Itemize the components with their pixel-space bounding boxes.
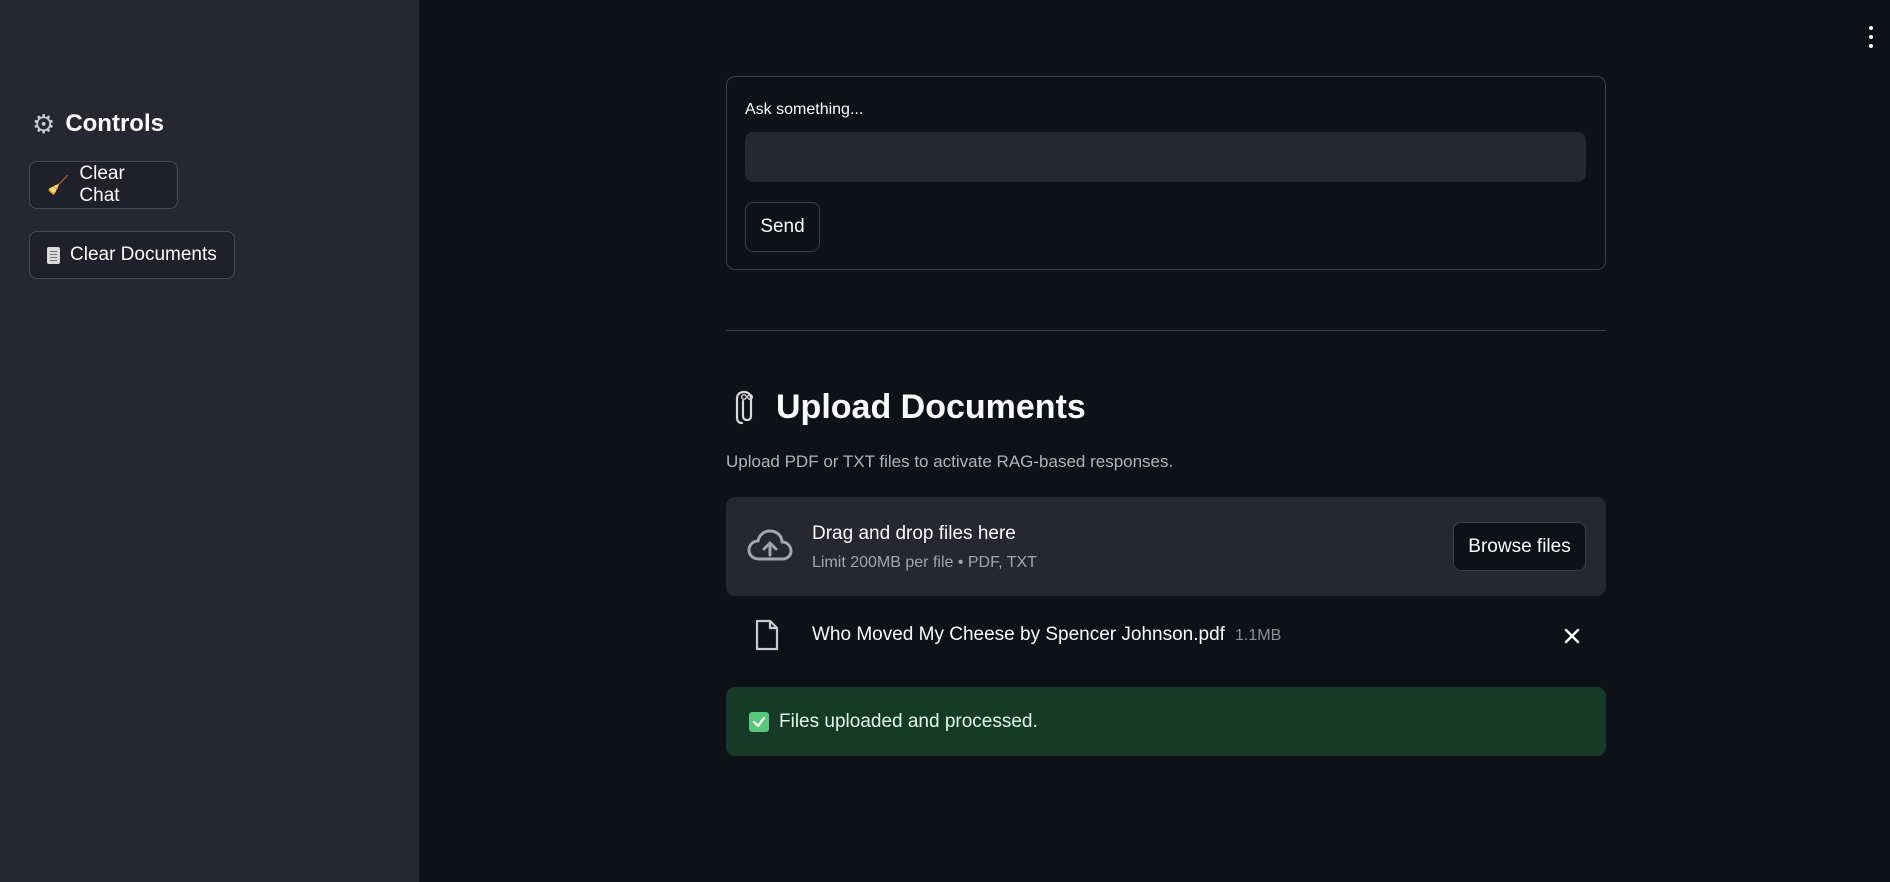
close-icon[interactable]: [1558, 622, 1586, 650]
success-alert: Files uploaded and processed.: [726, 687, 1606, 756]
sidebar-heading-label: Controls: [65, 110, 164, 137]
sidebar-heading: ⚙ Controls: [32, 110, 164, 138]
dropzone-limit: Limit 200MB per file • PDF, TXT: [812, 554, 1037, 571]
ask-label: Ask something...: [745, 101, 864, 118]
ask-form: Ask something... Send: [726, 76, 1606, 270]
send-button[interactable]: Send: [745, 202, 820, 252]
file-dropzone[interactable]: Drag and drop files here Limit 200MB per…: [726, 497, 1606, 596]
gear-icon: ⚙: [32, 109, 56, 139]
dropzone-title: Drag and drop files here: [812, 523, 1016, 544]
ask-input[interactable]: [745, 132, 1586, 182]
paperclip-icon: [735, 390, 753, 424]
success-message: Files uploaded and processed.: [779, 710, 1038, 732]
file-name: Who Moved My Cheese by Spencer Johnson.p…: [812, 624, 1225, 645]
cloud-upload-icon: [747, 529, 793, 561]
broom-icon: 🧹: [47, 174, 70, 195]
file-size: 1.1MB: [1235, 627, 1282, 644]
upload-heading: Upload Documents: [734, 388, 1086, 427]
uploaded-file-row: Who Moved My Cheese by Spencer Johnson.p…: [726, 612, 1606, 660]
upload-heading-label: Upload Documents: [776, 388, 1086, 426]
clear-documents-label: Clear Documents: [70, 244, 217, 265]
sidebar: ⚙ Controls 🧹 Clear Chat Clear Documents: [0, 0, 419, 882]
app: ⚙ Controls 🧹 Clear Chat Clear Documents …: [0, 0, 1890, 882]
clear-chat-label: Clear Chat: [79, 163, 125, 206]
document-icon: [47, 246, 60, 264]
clear-chat-button[interactable]: 🧹 Clear Chat: [29, 161, 178, 209]
checkmark-icon: [749, 711, 769, 732]
clear-documents-button[interactable]: Clear Documents: [29, 231, 235, 279]
main-menu-icon[interactable]: [1868, 26, 1874, 48]
divider: [726, 330, 1606, 331]
upload-caption: Upload PDF or TXT files to activate RAG-…: [726, 452, 1174, 471]
browse-files-button[interactable]: Browse files: [1453, 522, 1586, 571]
file-icon: [755, 619, 779, 651]
